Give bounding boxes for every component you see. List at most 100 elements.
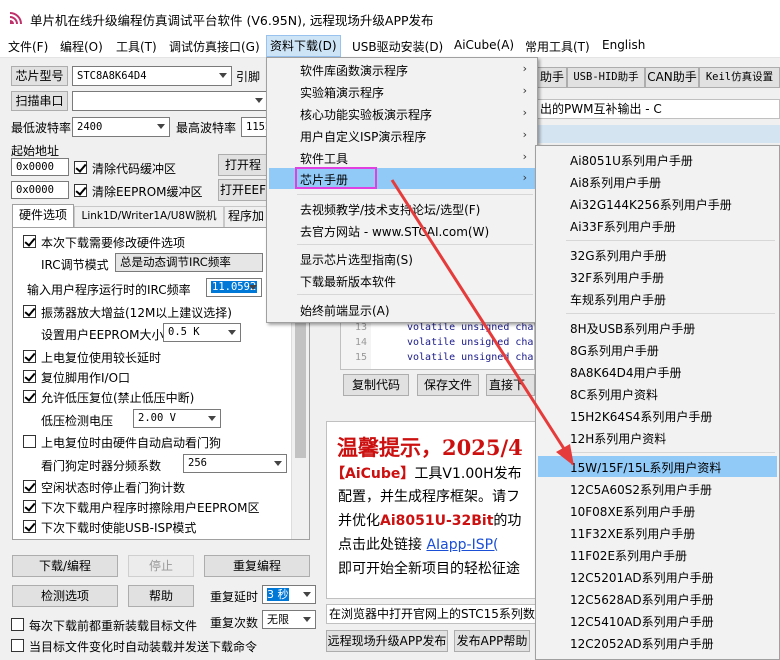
menu-item-isp-demo[interactable]: 用户自定义ISP演示程序 <box>300 128 426 145</box>
tip-link[interactable]: AIapp-ISP( <box>426 537 498 553</box>
checkbox-icon[interactable] <box>11 639 24 652</box>
manual-item[interactable]: 车规系列用户手册 <box>570 291 666 308</box>
menu-item-video-forum[interactable]: 去视频教学/技术支持论坛/选型(F) <box>300 201 480 218</box>
chevron-down-icon <box>303 591 311 597</box>
repeat-count-value: 无限 <box>267 613 289 626</box>
menu-program[interactable]: 编程(O) <box>60 38 103 55</box>
checkbox-icon[interactable] <box>23 435 36 448</box>
manual-item[interactable]: 32G系列用户手册 <box>570 247 667 264</box>
tab-assistant[interactable]: 助手 <box>537 67 567 88</box>
repeat-count-select[interactable]: 无限 <box>262 610 316 629</box>
manual-item[interactable]: 8H及USB系列用户手册 <box>570 320 695 337</box>
manual-item[interactable]: 8G系列用户手册 <box>570 342 659 359</box>
menu-common-tools[interactable]: 常用工具(T) <box>525 38 590 55</box>
menu-usb-driver[interactable]: USB驱动安装(D) <box>352 38 443 55</box>
publish-help-button[interactable]: 发布APP帮助 <box>454 630 530 652</box>
checkbox-icon[interactable] <box>23 390 36 403</box>
manual-item[interactable]: Ai8051U系列用户手册 <box>570 152 693 169</box>
manual-item[interactable]: 10F08XE系列用户手册 <box>570 503 695 520</box>
manual-item[interactable]: 32F系列用户手册 <box>570 269 664 286</box>
menu-item-selection-guide[interactable]: 显示芯片选型指南(S) <box>300 251 413 268</box>
eeprom-address-input[interactable]: 0x0000 <box>11 181 69 199</box>
menu-file[interactable]: 文件(F) <box>8 38 48 55</box>
manual-item[interactable]: 12C5201AD系列用户手册 <box>570 569 714 586</box>
chevron-down-icon <box>255 98 263 103</box>
checkbox-icon[interactable] <box>74 161 87 174</box>
tab-usb-hid[interactable]: USB-HID助手 <box>567 67 645 88</box>
manual-item[interactable]: Ai8系列用户手册 <box>570 174 661 191</box>
menu-item-always-on-top[interactable]: 始终前端显示(A) <box>300 302 390 319</box>
checkbox-icon[interactable] <box>23 500 36 513</box>
manual-item-selected[interactable]: 15W/15F/15L系列用户资料 <box>570 459 721 476</box>
min-baud-select[interactable]: 2400 <box>72 117 170 137</box>
menu-separator <box>297 244 533 245</box>
menu-item-software-tools[interactable]: 软件工具 <box>300 150 348 167</box>
download-button[interactable]: 下载/编程 <box>12 555 118 577</box>
tip-line2: 配置，并生成程序框架。请フ <box>338 489 520 505</box>
help-button[interactable]: 帮助 <box>128 585 194 607</box>
open-program-button[interactable]: 打开程 <box>218 154 268 176</box>
menu-debug[interactable]: 调试仿真接口(G) <box>169 38 260 55</box>
check-options-button[interactable]: 检测选项 <box>12 585 118 607</box>
code-editor[interactable]: 13 14 15 volatile unsigned cha volatile … <box>340 318 535 370</box>
checkbox-icon[interactable] <box>23 235 36 248</box>
manual-item[interactable]: 12C2052AD系列用户手册 <box>570 635 714 652</box>
scan-port-button[interactable]: 扫描串口 <box>11 91 68 111</box>
manual-item[interactable]: 11F02E系列用户手册 <box>570 547 687 564</box>
menu-item-website[interactable]: 去官方网站 - www.STCAI.com(W) <box>300 223 489 240</box>
manual-item[interactable]: 12C5410AD系列用户手册 <box>570 613 714 630</box>
manual-item[interactable]: 12H系列用户资料 <box>570 430 666 447</box>
checkbox-icon[interactable] <box>11 618 24 631</box>
browser-link[interactable]: 在浏览器中打开官网上的STC15系列数据 <box>326 604 536 624</box>
remote-upgrade-button[interactable]: 远程现场升级APP发布 <box>326 630 448 652</box>
eeprom-size-select[interactable]: 0.5 K <box>163 323 241 342</box>
chip-type-button[interactable]: 芯片型号 <box>11 66 68 86</box>
code-address-input[interactable]: 0x0000 <box>11 158 69 176</box>
manual-item[interactable]: 15H2K64S4系列用户手册 <box>570 408 712 425</box>
wdt-div-select[interactable]: 256 <box>183 454 287 473</box>
tab-can[interactable]: CAN助手 <box>645 67 699 88</box>
tab-program-load[interactable]: 程序加 <box>224 206 268 227</box>
open-eeprom-button[interactable]: 打开EEF <box>218 179 268 201</box>
checkbox-icon[interactable] <box>23 480 36 493</box>
menu-tools[interactable]: 工具(T) <box>116 38 157 55</box>
manual-item[interactable]: 12C5A60S2系列用户手册 <box>570 481 712 498</box>
menu-item-kit-demo[interactable]: 实验箱演示程序 <box>300 84 384 101</box>
checkbox-icon[interactable] <box>74 184 87 197</box>
manual-item[interactable]: 8C系列用户资料 <box>570 386 658 403</box>
manual-item[interactable]: Ai32G144K256系列用户手册 <box>570 196 732 213</box>
repeat-delay-select[interactable]: 3 秒 <box>262 585 316 604</box>
chip-type-select[interactable]: STC8A8K64D4 <box>72 66 232 86</box>
checkbox-icon[interactable] <box>23 370 36 383</box>
checkbox-icon[interactable] <box>23 520 36 533</box>
repeat-program-button[interactable]: 重复编程 <box>204 555 310 577</box>
save-file-button[interactable]: 保存文件 <box>417 374 479 396</box>
title-bar: 单片机在线升级编程仿真调试平台软件 (V6.95N), 远程现场升级APP发布 <box>0 0 780 34</box>
low-voltage-select[interactable]: 2.00 V <box>133 409 221 428</box>
manual-item[interactable]: Ai33F系列用户手册 <box>570 218 676 235</box>
menu-separator <box>566 240 775 241</box>
direct-download-button[interactable]: 直接下 <box>486 374 535 396</box>
menu-item-lib-demo[interactable]: 软件库函数演示程序 <box>300 62 408 79</box>
manual-item[interactable]: 8A8K64D4用户手册 <box>570 364 682 381</box>
menu-item-core-demo[interactable]: 核心功能实验板演示程序 <box>300 106 432 123</box>
menu-download[interactable]: 资料下载(D) <box>266 35 341 57</box>
menu-english[interactable]: English <box>602 38 645 52</box>
tab-hardware-options[interactable]: 硬件选项 <box>12 204 74 228</box>
max-baud-select[interactable]: 1152 <box>241 117 268 137</box>
tab-keil[interactable]: Keil仿真设置 <box>699 67 780 88</box>
irc-freq-select[interactable]: 11.0592 <box>206 278 262 297</box>
copy-code-button[interactable]: 复制代码 <box>343 374 409 396</box>
checkbox-icon[interactable] <box>23 305 36 318</box>
checkbox-icon[interactable] <box>23 350 36 363</box>
stop-button[interactable]: 停止 <box>128 555 194 577</box>
menu-aicube[interactable]: AiCube(A) <box>454 38 514 52</box>
manual-item[interactable]: 11F32XE系列用户手册 <box>570 525 695 542</box>
menu-item-latest-version[interactable]: 下载最新版本软件 <box>300 273 396 290</box>
chip-manual-submenu: Ai8051U系列用户手册 Ai8系列用户手册 Ai32G144K256系列用户… <box>535 145 780 660</box>
tab-offline[interactable]: Link1D/Writer1A/U8W脱机 <box>74 206 224 227</box>
lvr-label: 允许低压复位(禁止低压中断) <box>41 391 195 405</box>
irc-mode-select[interactable]: 总是动态调节IRC频率 <box>115 253 263 272</box>
port-select[interactable] <box>72 91 268 111</box>
manual-item[interactable]: 12C5628AD系列用户手册 <box>570 591 714 608</box>
